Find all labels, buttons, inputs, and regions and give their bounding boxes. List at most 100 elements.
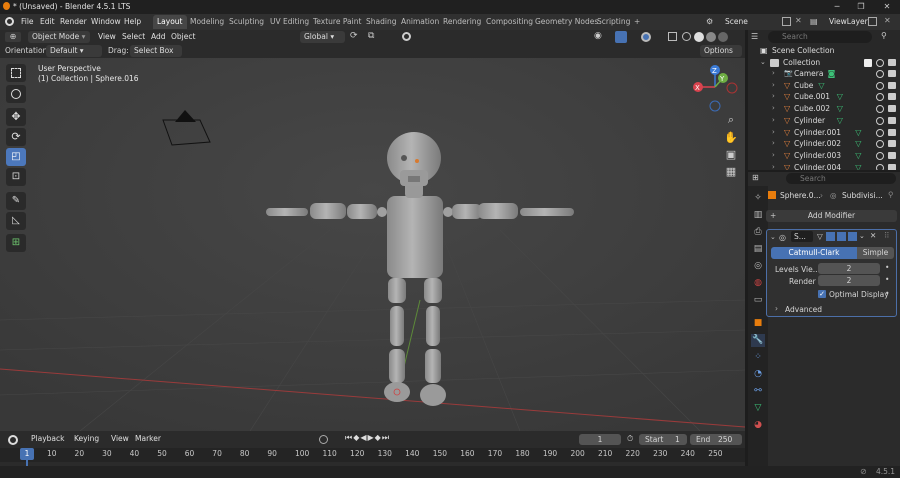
end-frame-field[interactable]: End 250 bbox=[690, 434, 742, 445]
blender-menu-icon[interactable] bbox=[5, 17, 14, 26]
pin-icon[interactable]: ⚲ bbox=[888, 190, 894, 199]
render-camera-icon[interactable] bbox=[888, 59, 896, 66]
drag-handle-icon[interactable]: ⠿ bbox=[884, 231, 890, 240]
timeline-menu-keying[interactable]: Keying bbox=[71, 433, 102, 445]
render-tab-icon[interactable]: ▥ bbox=[751, 209, 765, 222]
rotate-tool[interactable]: ⟳ bbox=[6, 128, 26, 146]
keyframe-dot-icon[interactable]: • bbox=[885, 275, 889, 284]
chevron-right-icon[interactable]: › bbox=[772, 151, 775, 159]
chevron-right-icon[interactable]: › bbox=[772, 116, 775, 124]
transform-tool[interactable]: ⊡ bbox=[6, 168, 26, 186]
transform-orientation-select[interactable]: Global ▾ bbox=[300, 31, 345, 43]
chevron-right-icon[interactable]: › bbox=[772, 104, 775, 112]
close-icon[interactable]: ✕ bbox=[876, 1, 898, 13]
visibility-icon[interactable]: ◉ bbox=[594, 31, 602, 41]
cursor-tool[interactable] bbox=[6, 85, 26, 103]
stopwatch-icon[interactable]: ⏱ bbox=[627, 434, 633, 444]
annotate-tool[interactable]: ✎ bbox=[6, 192, 26, 210]
modifier-name-field[interactable]: S... bbox=[791, 231, 813, 242]
snap-icon[interactable]: ⧉ bbox=[368, 31, 374, 41]
dropdown-chevron-icon[interactable]: ⌄ bbox=[859, 232, 865, 240]
tab-rendering[interactable]: Rendering bbox=[439, 15, 485, 29]
outliner-item[interactable]: › ▽ Cylinder.004 ▽ bbox=[748, 162, 900, 170]
advanced-section[interactable]: Advanced bbox=[785, 305, 822, 314]
render-camera-icon[interactable] bbox=[888, 70, 896, 77]
modifier-tab-icon[interactable]: 🔧 bbox=[751, 334, 765, 347]
add-workspace-button[interactable]: + bbox=[630, 15, 644, 29]
render-camera-icon[interactable] bbox=[888, 151, 896, 159]
properties-editor-icon[interactable]: ⊞ bbox=[752, 173, 759, 182]
tool-tab-icon[interactable]: ✧ bbox=[751, 192, 765, 205]
pivot-icon[interactable]: ⟳ bbox=[350, 31, 358, 41]
editmode-toggle-icon[interactable] bbox=[826, 232, 835, 241]
outliner-item[interactable]: › ▽ Cylinder.001 ▽ bbox=[748, 127, 900, 139]
outliner-item[interactable]: › ▽ Cube ▽ bbox=[748, 80, 900, 92]
eye-icon[interactable] bbox=[876, 59, 884, 67]
copy-viewlayer-icon[interactable] bbox=[868, 17, 877, 26]
outliner-item[interactable]: › 📷 Camera ◙ bbox=[748, 68, 900, 80]
jump-start-icon[interactable]: ⏮ bbox=[345, 433, 353, 442]
mode-select[interactable]: Object Mode ▾ bbox=[28, 31, 90, 43]
options-button[interactable]: Options bbox=[700, 45, 742, 57]
menu-render[interactable]: Render bbox=[57, 16, 90, 28]
outliner-item[interactable]: › ▽ Cylinder ▽ bbox=[748, 115, 900, 127]
chevron-right-icon[interactable]: › bbox=[772, 92, 775, 100]
collection-tab-icon[interactable]: ▭ bbox=[751, 294, 765, 307]
tab-animation[interactable]: Animation bbox=[397, 15, 443, 29]
play-icon[interactable]: ▶ bbox=[368, 433, 375, 442]
orientation-select[interactable]: Default ▾ bbox=[46, 45, 102, 57]
solid-shading-icon[interactable] bbox=[694, 32, 704, 42]
eye-icon[interactable] bbox=[876, 81, 884, 90]
particles-tab-icon[interactable]: ⁘ bbox=[751, 351, 765, 364]
physics-tab-icon[interactable]: ◔ bbox=[751, 368, 765, 381]
chevron-right-icon[interactable]: › bbox=[772, 69, 775, 77]
material-shading-icon[interactable] bbox=[706, 32, 716, 42]
object-tab-icon[interactable]: ■ bbox=[751, 317, 765, 330]
timeline-editor-icon[interactable] bbox=[8, 435, 18, 445]
constraints-tab-icon[interactable]: ⚯ bbox=[751, 385, 765, 398]
outliner-search-input[interactable]: Search bbox=[768, 31, 872, 43]
move-tool[interactable]: ✥ bbox=[6, 108, 26, 126]
render-camera-icon[interactable] bbox=[888, 105, 896, 113]
pan-hand-icon[interactable]: ✋ bbox=[722, 130, 740, 146]
timeline-menu-playback[interactable]: Playback bbox=[28, 433, 67, 445]
delete-viewlayer-icon[interactable]: ✕ bbox=[884, 16, 891, 25]
tab-uv-editing[interactable]: UV Editing bbox=[266, 15, 313, 29]
reverse-play-icon[interactable]: ◀ bbox=[360, 433, 367, 442]
proportional-edit-icon[interactable] bbox=[402, 32, 411, 41]
menu-file[interactable]: File bbox=[18, 16, 37, 28]
render-toggle-icon[interactable] bbox=[848, 232, 857, 241]
outliner-editor-icon[interactable]: ☰ bbox=[751, 32, 758, 41]
tab-compositing[interactable]: Compositing bbox=[482, 15, 537, 29]
view-layer-tab-icon[interactable]: ▤ bbox=[751, 243, 765, 256]
tab-shading[interactable]: Shading bbox=[362, 15, 400, 29]
eye-icon[interactable] bbox=[876, 140, 884, 149]
eye-icon[interactable] bbox=[876, 151, 884, 160]
timeline-menu-marker[interactable]: Marker bbox=[132, 433, 164, 445]
exclude-checkbox-icon[interactable] bbox=[864, 59, 872, 67]
chevron-right-icon[interactable]: › bbox=[772, 163, 775, 170]
eye-icon[interactable] bbox=[876, 105, 884, 114]
render-levels-field[interactable]: 2 bbox=[818, 275, 880, 286]
outliner-scene-collection[interactable]: ▣ Scene Collection bbox=[748, 45, 900, 57]
tab-scripting[interactable]: Scripting bbox=[593, 15, 634, 29]
copy-scene-icon[interactable] bbox=[782, 17, 791, 26]
render-camera-icon[interactable] bbox=[888, 81, 896, 89]
output-tab-icon[interactable]: ⎙ bbox=[751, 226, 765, 239]
rendered-shading-icon[interactable] bbox=[718, 32, 728, 42]
render-camera-icon[interactable] bbox=[888, 163, 896, 170]
minimize-icon[interactable]: ─ bbox=[826, 1, 848, 13]
filter-icon[interactable]: ⚲ bbox=[881, 31, 887, 40]
viewport-menu-add[interactable]: Add bbox=[148, 31, 169, 43]
measure-tool[interactable]: ◺ bbox=[6, 212, 26, 230]
drag-select[interactable]: Select Box bbox=[130, 45, 182, 57]
tab-geometry-nodes[interactable]: Geometry Nodes bbox=[531, 15, 602, 29]
collapse-chevron-icon[interactable]: ⌄ bbox=[770, 233, 776, 241]
tab-modeling[interactable]: Modeling bbox=[186, 15, 228, 29]
viewport-toggle-icon[interactable] bbox=[837, 232, 846, 241]
menu-window[interactable]: Window bbox=[88, 16, 124, 28]
overlay-toggle-icon[interactable] bbox=[641, 32, 651, 42]
3d-viewport[interactable] bbox=[0, 30, 745, 431]
playhead[interactable]: 1 bbox=[20, 448, 34, 460]
editor-type-icon[interactable]: ⊕ bbox=[5, 32, 21, 42]
